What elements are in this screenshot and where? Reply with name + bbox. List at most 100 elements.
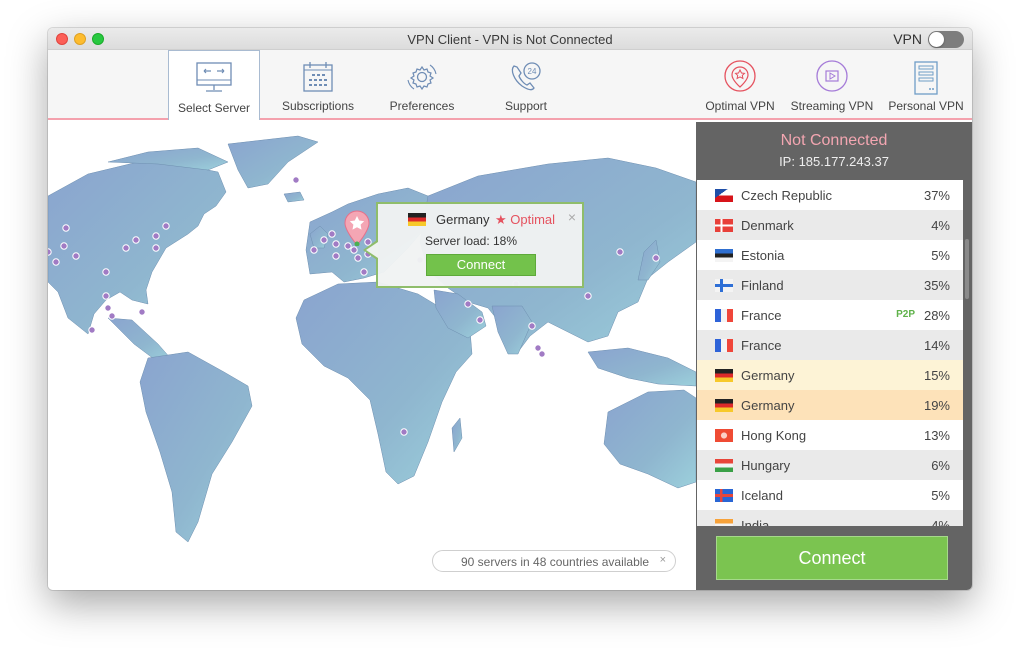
greenland — [227, 135, 319, 189]
server-load: 5% — [931, 488, 950, 503]
streaming-vpn-button[interactable]: Streaming VPN — [786, 50, 878, 118]
server-icon — [914, 61, 938, 95]
personal-vpn-label: Personal VPN — [888, 99, 964, 113]
popup-optimal-badge: ★ Optimal — [495, 212, 556, 227]
tab-support[interactable]: 24 Support — [480, 50, 572, 118]
tab-select-server[interactable]: Select Server — [168, 50, 260, 120]
server-marker[interactable] — [122, 244, 130, 252]
server-row[interactable]: India 4% — [697, 510, 963, 526]
server-marker[interactable] — [62, 224, 70, 232]
tab-subscriptions[interactable]: Subscriptions — [272, 50, 364, 118]
server-marker[interactable] — [350, 246, 358, 254]
server-marker[interactable] — [132, 236, 140, 244]
server-marker[interactable] — [464, 300, 472, 308]
server-marker[interactable] — [102, 268, 110, 276]
server-marker[interactable] — [584, 292, 592, 300]
server-marker[interactable] — [72, 252, 80, 260]
server-marker[interactable] — [152, 232, 160, 240]
server-marker[interactable] — [616, 248, 624, 256]
tab-label: Preferences — [389, 99, 455, 113]
server-marker[interactable] — [534, 344, 542, 352]
ip-address: IP: 185.177.243.37 — [779, 154, 889, 169]
server-row[interactable]: Hungary 6% — [697, 450, 963, 480]
server-marker[interactable] — [528, 322, 536, 330]
server-row[interactable]: Iceland 5% — [697, 480, 963, 510]
server-row[interactable]: France 14% — [697, 330, 963, 360]
server-list[interactable]: Czech Republic 37% Denmark 4% Estonia 5% Finla… — [697, 180, 963, 526]
server-load: 35% — [923, 278, 950, 293]
south-america-landmass — [139, 351, 253, 543]
server-country: Hong Kong — [741, 428, 807, 443]
india — [491, 305, 533, 355]
server-marker[interactable] — [102, 292, 110, 300]
servers-summary-close-button[interactable]: × — [660, 554, 666, 566]
server-row[interactable]: Germany 19% — [697, 390, 963, 420]
sidebar: Not Connected IP: 185.177.243.37 Czech R… — [696, 122, 972, 590]
server-row[interactable]: Denmark 4% — [697, 210, 963, 240]
flag-de-icon — [715, 399, 733, 412]
popup-country: Germany — [436, 212, 490, 227]
server-load: 6% — [931, 458, 950, 473]
flag-fi-icon — [715, 279, 733, 292]
server-marker[interactable] — [52, 258, 60, 266]
server-marker[interactable] — [332, 252, 340, 260]
server-marker[interactable] — [60, 242, 68, 250]
server-marker[interactable] — [476, 316, 484, 324]
australia — [603, 389, 696, 489]
popup-connect-button[interactable]: Connect — [426, 254, 536, 276]
vpn-toggle[interactable] — [928, 31, 964, 48]
north-america-landmass — [48, 161, 227, 335]
flag-de-icon — [715, 369, 733, 382]
star-pin-icon — [724, 60, 756, 92]
servers-summary-text: 90 servers in 48 countries available — [461, 555, 650, 569]
server-marker[interactable] — [360, 268, 368, 276]
server-marker[interactable] — [652, 254, 660, 262]
server-marker[interactable] — [328, 230, 336, 238]
calendar-icon — [303, 62, 333, 92]
server-marker[interactable] — [152, 244, 160, 252]
flag-is-icon — [715, 489, 733, 502]
server-marker[interactable] — [108, 312, 116, 320]
optimal-vpn-button[interactable]: Optimal VPN — [700, 50, 780, 118]
server-marker[interactable] — [538, 350, 546, 358]
server-marker[interactable] — [400, 428, 408, 436]
popup-arrow-inner — [366, 242, 378, 258]
southeast-asia-islands — [587, 347, 696, 387]
server-marker[interactable] — [332, 240, 340, 248]
phone-24-icon: 24 — [511, 62, 541, 91]
server-list-scrollbar[interactable] — [965, 239, 969, 299]
server-row[interactable]: France P2P 28% — [697, 300, 963, 330]
server-marker[interactable] — [310, 246, 318, 254]
server-country: France — [741, 338, 782, 353]
toolbar: Select Server Subscriptions Preferences … — [48, 50, 972, 120]
server-country: France — [741, 308, 782, 323]
world-map[interactable]: Germany ★ Optimal × Server load: 18% Con… — [48, 122, 696, 590]
server-marker[interactable] — [354, 254, 362, 262]
server-marker[interactable] — [320, 236, 328, 244]
popup-close-button[interactable]: × — [568, 209, 576, 225]
server-row[interactable]: Hong Kong 13% — [697, 420, 963, 450]
personal-vpn-button[interactable]: Personal VPN — [882, 50, 970, 118]
server-country: Czech Republic — [741, 188, 833, 203]
server-marker[interactable] — [162, 222, 170, 230]
server-marker[interactable] — [104, 304, 112, 312]
server-marker[interactable] — [292, 176, 300, 184]
server-marker[interactable] — [88, 326, 96, 334]
server-country: India — [741, 518, 770, 526]
connect-button[interactable]: Connect — [716, 536, 948, 580]
server-row[interactable]: Czech Republic 37% — [697, 180, 963, 210]
server-row[interactable]: Estonia 5% — [697, 240, 963, 270]
tab-preferences[interactable]: Preferences — [376, 50, 468, 118]
server-marker[interactable] — [48, 248, 52, 256]
flag-ee-icon — [715, 249, 733, 262]
p2p-badge: P2P — [896, 309, 915, 320]
server-load: 5% — [931, 248, 950, 263]
server-load: 13% — [923, 428, 950, 443]
server-load: 4% — [931, 518, 950, 526]
server-marker[interactable] — [138, 308, 146, 316]
svg-text:24: 24 — [528, 67, 537, 76]
servers-summary-pill: 90 servers in 48 countries available × — [432, 550, 676, 572]
server-row[interactable]: Germany 15% — [697, 360, 963, 390]
server-row[interactable]: Finland 35% — [697, 270, 963, 300]
popup-server-load: Server load: 18% — [424, 234, 518, 248]
